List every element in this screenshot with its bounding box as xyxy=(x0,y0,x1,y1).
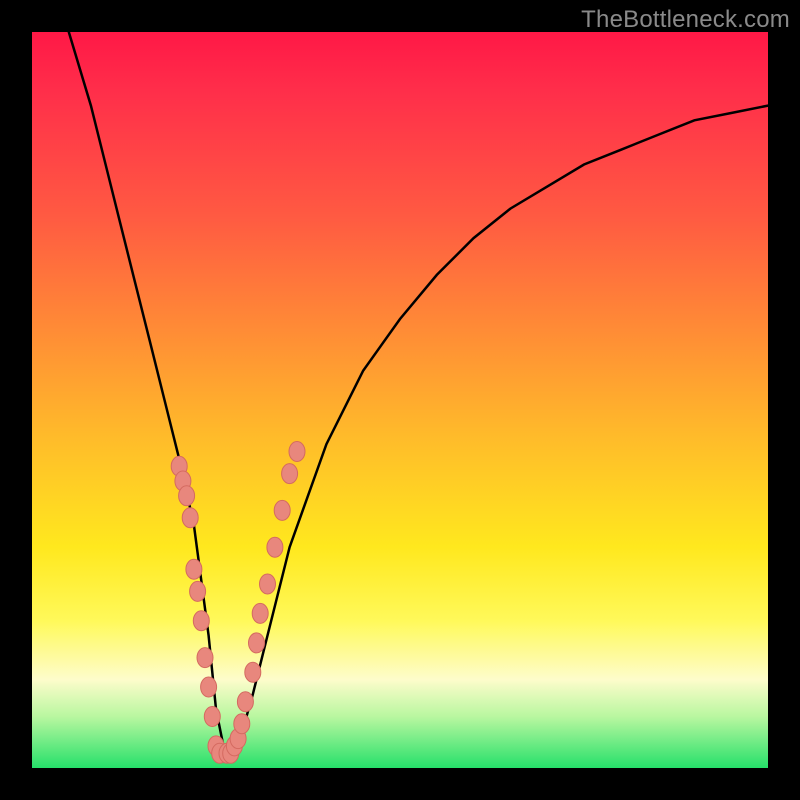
data-marker xyxy=(234,714,250,734)
curve-group xyxy=(69,32,768,753)
data-marker xyxy=(267,537,283,557)
data-marker xyxy=(237,692,253,712)
data-marker xyxy=(274,500,290,520)
data-marker xyxy=(282,464,298,484)
watermark-text: TheBottleneck.com xyxy=(581,6,790,34)
data-marker xyxy=(190,581,206,601)
data-marker xyxy=(186,559,202,579)
data-marker xyxy=(201,677,217,697)
data-marker xyxy=(260,574,276,594)
bottleneck-curve xyxy=(69,32,768,753)
plot-area xyxy=(32,32,768,768)
bottleneck-curve-svg xyxy=(32,32,768,768)
markers-group xyxy=(171,442,305,764)
data-marker xyxy=(197,648,213,668)
data-marker xyxy=(204,707,220,727)
data-marker xyxy=(193,611,209,631)
data-marker xyxy=(289,442,305,462)
chart-frame: TheBottleneck.com xyxy=(0,0,800,800)
data-marker xyxy=(249,633,265,653)
data-marker xyxy=(252,603,268,623)
data-marker xyxy=(182,508,198,528)
data-marker xyxy=(179,486,195,506)
data-marker xyxy=(245,662,261,682)
